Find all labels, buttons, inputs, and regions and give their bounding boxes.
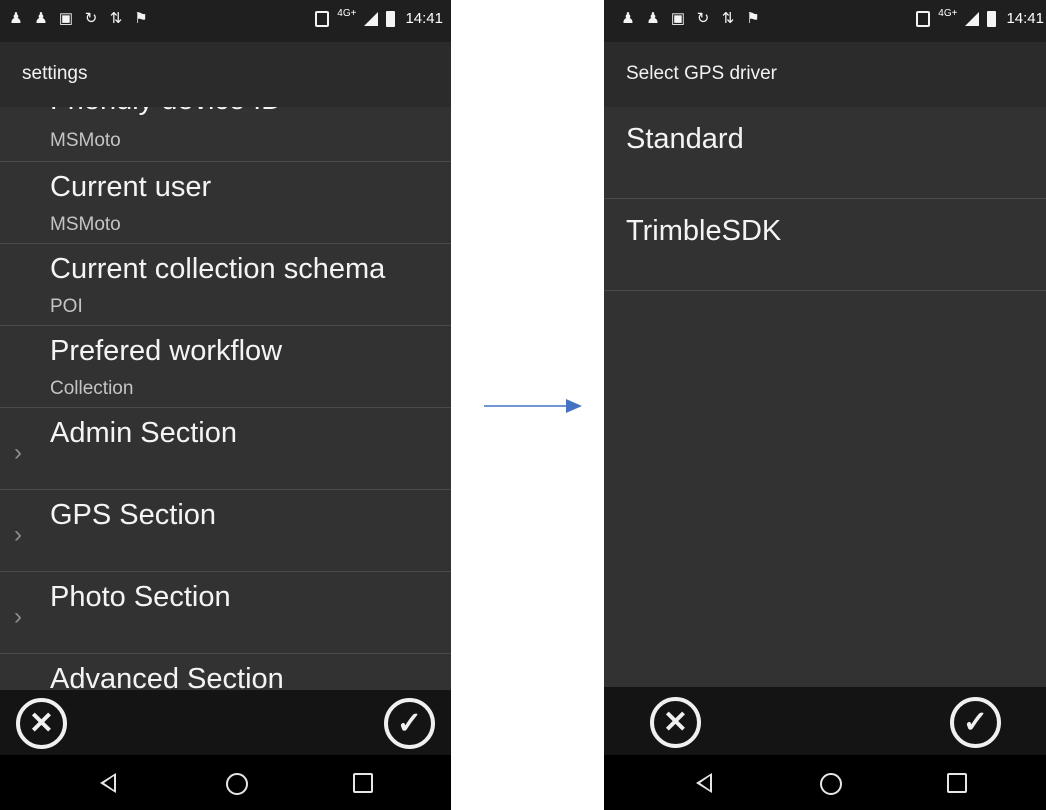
option-label: TrimbleSDK — [626, 215, 782, 247]
recents-icon — [947, 773, 967, 793]
close-icon: ✕ — [28, 707, 55, 740]
pref-summary: POI — [50, 296, 83, 317]
pref-title: Prefered workflow — [50, 335, 283, 367]
back-icon — [696, 773, 712, 793]
section-gps[interactable]: › GPS Section — [0, 490, 451, 572]
chevron-right-icon: › — [14, 439, 22, 466]
pref-summary: Collection — [50, 378, 134, 399]
cancel-button[interactable]: ✕ — [16, 698, 67, 749]
network-type: 4G+ — [938, 8, 958, 19]
pref-title: Friendly device ID — [50, 107, 282, 117]
checkmark-icon: ✓ — [962, 706, 989, 739]
sync-icon: ↻ — [84, 10, 98, 27]
home-icon — [226, 773, 248, 795]
pref-prefered-workflow[interactable]: Prefered workflow Collection — [0, 326, 451, 408]
pref-summary: MSMoto — [50, 214, 121, 235]
section-title: Photo Section — [50, 581, 231, 613]
person-icon: ♟ — [9, 10, 23, 27]
flag-icon: ⚑ — [134, 10, 148, 27]
status-bar: ♟ ♟ ▣ ↻ ⇅ ⚑ 4G+ 14:41 — [604, 0, 1046, 42]
section-title: GPS Section — [50, 499, 217, 531]
person-icon: ♟ — [646, 10, 660, 27]
person-icon: ♟ — [621, 10, 635, 27]
section-title: Advanced Section — [50, 663, 284, 690]
battery-icon — [386, 10, 396, 27]
pref-current-user[interactable]: Current user MSMoto — [0, 162, 451, 244]
action-bar: ✕ ✓ — [0, 690, 451, 755]
section-admin[interactable]: › Admin Section — [0, 408, 451, 490]
image-icon: ▣ — [58, 10, 74, 27]
status-bar: ♟ ♟ ▣ ↻ ⇅ ⚑ 4G+ 14:41 — [0, 0, 451, 42]
close-icon: ✕ — [662, 706, 689, 739]
section-photo[interactable]: › Photo Section — [0, 572, 451, 654]
confirm-button[interactable]: ✓ — [950, 697, 1001, 748]
navigation-bar — [0, 755, 451, 810]
home-button[interactable] — [820, 773, 842, 795]
person-icon: ♟ — [34, 10, 48, 27]
gps-driver-dialog-screen: ♟ ♟ ▣ ↻ ⇅ ⚑ 4G+ 14:41 Select GPS driver … — [604, 0, 1046, 810]
section-title: Admin Section — [50, 417, 237, 449]
notification-icons: ♟ ♟ ▣ ↻ ⇅ ⚑ — [620, 10, 761, 28]
image-icon: ▣ — [670, 10, 686, 27]
pref-summary: MSMoto — [50, 130, 121, 151]
cancel-button[interactable]: ✕ — [650, 697, 701, 748]
dialog-title: Select GPS driver — [626, 63, 777, 84]
section-advanced[interactable]: › Advanced Section — [0, 654, 451, 690]
settings-list[interactable]: Friendly device ID MSMoto Current user M… — [0, 107, 451, 690]
signal-icon — [965, 11, 980, 26]
checkmark-icon: ✓ — [396, 707, 423, 740]
signal-icon — [364, 11, 379, 26]
pref-current-collection-schema[interactable]: Current collection schema POI — [0, 244, 451, 326]
clock: 14:41 — [405, 10, 443, 27]
dialog-title-bar: Select GPS driver — [604, 42, 1046, 107]
back-button[interactable] — [100, 773, 116, 793]
page-title: settings — [22, 63, 88, 84]
transfer-icon: ⇅ — [721, 10, 735, 27]
confirm-button[interactable]: ✓ — [384, 698, 435, 749]
option-label: Standard — [626, 123, 744, 155]
recents-icon — [353, 773, 373, 793]
option-trimblesdk[interactable]: TrimbleSDK — [604, 199, 1046, 291]
back-icon — [100, 773, 116, 793]
gps-driver-options: Standard TrimbleSDK — [604, 107, 1046, 687]
home-button[interactable] — [226, 773, 248, 795]
network-type: 4G+ — [337, 8, 357, 19]
system-status: 4G+ 14:41 — [916, 8, 1044, 27]
navigation-bar — [604, 755, 1046, 810]
settings-screen: ♟ ♟ ▣ ↻ ⇅ ⚑ 4G+ 14:41 settings Friendly … — [0, 0, 451, 810]
pref-friendly-device-id[interactable]: Friendly device ID MSMoto — [0, 107, 451, 162]
notification-icons: ♟ ♟ ▣ ↻ ⇅ ⚑ — [8, 10, 149, 28]
sync-icon: ↻ — [696, 10, 710, 27]
pref-title: Current user — [50, 171, 212, 203]
transfer-icon: ⇅ — [109, 10, 123, 27]
vibrate-icon — [916, 10, 931, 27]
pref-title: Current collection schema — [50, 253, 386, 285]
recents-button[interactable] — [353, 773, 373, 793]
recents-button[interactable] — [947, 773, 967, 793]
flag-icon: ⚑ — [746, 10, 760, 27]
battery-icon — [987, 10, 997, 27]
back-button[interactable] — [696, 773, 712, 793]
transition-arrow — [484, 399, 582, 413]
system-status: 4G+ 14:41 — [315, 8, 443, 27]
home-icon — [820, 773, 842, 795]
chevron-right-icon: › — [14, 521, 22, 548]
vibrate-icon — [315, 10, 330, 27]
chevron-right-icon: › — [14, 603, 22, 630]
app-bar: settings — [0, 42, 451, 107]
action-bar: ✕ ✓ — [604, 687, 1046, 755]
option-standard[interactable]: Standard — [604, 107, 1046, 199]
clock: 14:41 — [1006, 10, 1044, 27]
